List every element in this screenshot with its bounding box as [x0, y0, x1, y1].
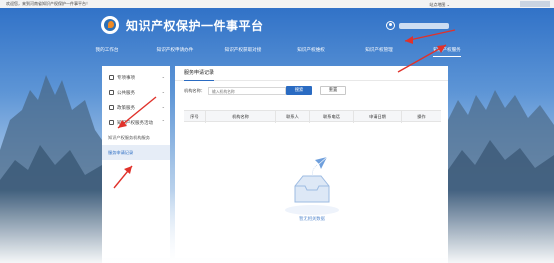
search-button[interactable]: 搜索 — [286, 86, 312, 95]
brand[interactable]: 知识产权保护一件事平台 — [101, 16, 264, 34]
nav-item-application[interactable]: 知识产权申请办件 — [141, 44, 209, 58]
nav-item-rights-protection[interactable]: 知识产权维权 — [277, 44, 345, 58]
sidebar-item-label: 政策服务 — [117, 105, 135, 111]
category-icon — [109, 105, 114, 110]
nav-item-services[interactable]: 知识产权服务 — [413, 44, 481, 58]
platform-title: 知识产权保护一件事平台 — [126, 18, 264, 33]
panel-title-bar: 服务申请记录 — [175, 66, 448, 81]
welcome-text: 欢迎您，来到河南省知识产权保护一件事平台！ — [6, 1, 90, 6]
empty-state-text: 暂无相关数据 — [299, 217, 325, 222]
sidebar-item-label: 知识产权服务活动 — [117, 120, 153, 126]
user-icon — [386, 21, 395, 30]
sidebar-item-label: 专项事项 — [117, 75, 135, 81]
column-header: 联系电话 — [310, 111, 354, 123]
chevron-down-icon: ⌄ — [161, 104, 165, 109]
sidebar: 专项事项 ⌄ 公共服务 ⌄ 政策服务 ⌄ 知识产权服务活动 ⌃ 知识产权服务机构… — [102, 66, 170, 258]
filter-row: 机构名称： — [184, 87, 286, 95]
sidebar-subitem-agency-service[interactable]: 知识产权服务机构服务 — [102, 130, 170, 145]
user-name-redacted — [399, 22, 449, 29]
site-map-link[interactable]: 站点地图 ⌄ — [429, 2, 450, 8]
category-icon — [109, 120, 114, 125]
sidebar-subitem-application-records[interactable]: 服务申请记录 — [102, 145, 170, 160]
chevron-down-icon: ⌄ — [161, 89, 165, 94]
user-account[interactable] — [386, 21, 449, 30]
sidebar-item-public-service[interactable]: 公共服务 ⌄ — [102, 85, 170, 100]
table-header: 序号 机构名称 联系人 联系电话 申请日期 操作 — [184, 110, 441, 123]
main-nav: 我的工作台 知识产权申请办件 知识产权获取对接 知识产权维权 知识产权管理 知识… — [0, 44, 554, 58]
category-icon — [109, 90, 114, 95]
nav-item-acquisition[interactable]: 知识产权获取对接 — [209, 44, 277, 58]
sidebar-item-service-activity[interactable]: 知识产权服务活动 ⌃ — [102, 115, 170, 130]
filter-label: 机构名称： — [184, 88, 205, 93]
column-header: 机构名称 — [206, 111, 276, 123]
sidebar-item-policy[interactable]: 政策服务 ⌄ — [102, 100, 170, 115]
page-title: 服务申请记录 — [184, 67, 215, 81]
nav-item-workbench[interactable]: 我的工作台 — [73, 44, 141, 58]
column-header: 序号 — [184, 111, 206, 123]
top-right-banner — [520, 1, 550, 7]
paper-plane-icon — [312, 156, 328, 177]
top-bar: 欢迎您，来到河南省知识产权保护一件事平台！ 站点地图 ⌄ — [0, 0, 554, 8]
agency-name-input[interactable] — [207, 87, 286, 95]
sidebar-item-special[interactable]: 专项事项 ⌄ — [102, 70, 170, 85]
nav-item-management[interactable]: 知识产权管理 — [345, 44, 413, 58]
main-panel: 服务申请记录 机构名称： 搜索 重置 序号 机构名称 联系人 联系电话 申请日期… — [175, 66, 448, 258]
chevron-down-icon: ⌄ — [161, 74, 165, 79]
reset-button[interactable]: 重置 — [320, 86, 346, 95]
column-header: 申请日期 — [354, 111, 402, 123]
column-header: 操作 — [417, 114, 426, 119]
logo-icon — [101, 16, 119, 34]
chevron-up-icon: ⌃ — [161, 119, 165, 124]
empty-inbox-icon — [285, 156, 339, 215]
category-icon — [109, 75, 114, 80]
column-header: 联系人 — [276, 111, 310, 123]
sidebar-item-label: 公共服务 — [117, 90, 135, 96]
